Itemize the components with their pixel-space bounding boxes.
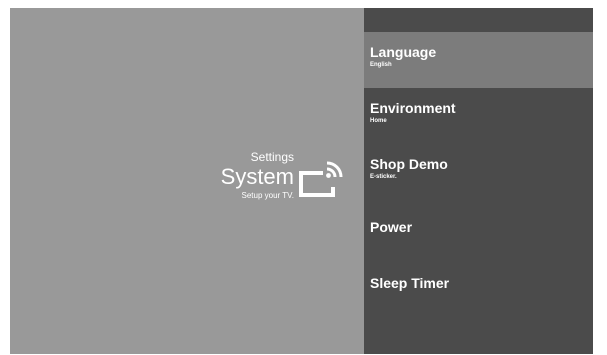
menu-item-shop-demo[interactable]: Shop Demo E-sticker.	[364, 144, 593, 200]
menu-item-value: E-sticker.	[370, 174, 397, 180]
settings-breadcrumb: Settings	[250, 150, 294, 164]
menu-item-label: Language	[370, 44, 437, 60]
menu-item-sleep-timer[interactable]: Sleep Timer	[364, 256, 593, 312]
settings-info-panel: Settings System Setup your TV.	[10, 8, 364, 354]
menu-item-value: Home	[370, 118, 387, 124]
menu-item-language[interactable]: Language English	[364, 32, 593, 88]
menu-item-label: Environment	[370, 100, 456, 116]
menu-item-label: Sleep Timer	[370, 275, 450, 291]
settings-menu: Language English Environment Home Shop D…	[364, 8, 593, 354]
tv-settings-screen: Settings System Setup your TV. Language …	[10, 8, 593, 354]
settings-header: Settings System Setup your TV.	[221, 150, 294, 202]
page-subtitle: Setup your TV.	[241, 191, 294, 200]
cast-icon	[299, 161, 343, 197]
menu-item-value: English	[370, 62, 392, 68]
menu-item-power[interactable]: Power	[364, 200, 593, 256]
menu-item-label: Power	[370, 219, 413, 235]
menu-item-label: Shop Demo	[370, 156, 448, 172]
menu-item-environment[interactable]: Environment Home	[364, 88, 593, 144]
menu-top-spacer	[364, 8, 593, 32]
page-title: System	[220, 164, 294, 189]
